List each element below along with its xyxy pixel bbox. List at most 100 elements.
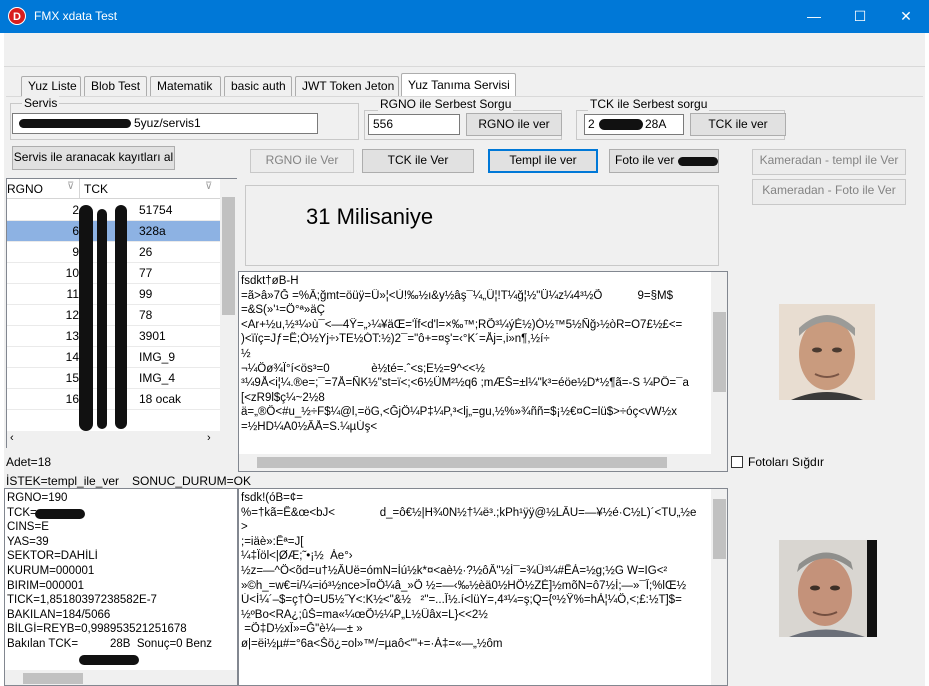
result-memo-hscroll-thumb[interactable]: [23, 673, 83, 684]
cell-rgno: 16: [65, 392, 79, 406]
tck-input[interactable]: 2 28A: [584, 114, 684, 135]
cell-rgno: 15: [65, 371, 79, 385]
rgno-query-button[interactable]: RGNO ile ver: [466, 113, 562, 136]
cell-rgno: 13: [65, 329, 79, 343]
memo-bottom-vscroll[interactable]: [711, 489, 727, 685]
result-memo-line: TICK=1,85180397238582E-7: [7, 594, 157, 607]
tab-yuz-tanima-servisi[interactable]: Yuz Tanıma Servisi: [401, 73, 516, 97]
memo-bottom-line: ø|=ëi½µ#=°6a<Šö¿=ol»™/=µaô<"'+=·Á‡=«—„½ô…: [241, 637, 503, 650]
camera-templ-button[interactable]: Kameradan - templ ile Ver: [752, 149, 906, 175]
table-row[interactable]: 2 51754: [7, 200, 220, 221]
cell-rgno: 14: [65, 350, 79, 364]
cell-rgno: 12: [65, 308, 79, 322]
tab-blob-test[interactable]: Blob Test: [84, 76, 147, 96]
memo-top-hscroll[interactable]: [239, 454, 727, 471]
servis-url-input[interactable]: 5yuz/servis1: [12, 113, 318, 134]
face-photo-reference: [779, 304, 875, 400]
foto-ver-label: Foto ile ver: [615, 153, 675, 167]
table-row[interactable]: 9 26: [7, 242, 220, 263]
result-memo-line: SEKTOR=DAHİLİ: [7, 550, 98, 563]
table-row[interactable]: 13 3901: [7, 326, 220, 347]
table-row[interactable]: 6 328a: [7, 221, 220, 242]
tab-jwt-token[interactable]: JWT Token Jeton: [295, 76, 399, 96]
cell-tck: 99: [139, 287, 153, 301]
memo-top-line: ä=„®Ö<#u_½÷F$¼@l,=öG,<ĞjÖ¼P‡¼P,³<lj„=gu,…: [241, 406, 677, 419]
rgno-input[interactable]: 556: [368, 114, 460, 135]
templ-ver-button[interactable]: Templ ile ver: [488, 149, 598, 173]
result-details-memo[interactable]: RGNO=190 TCK= CINS=E YAS=39 SEKTOR=DAHİLİ KUR…: [4, 488, 238, 686]
memo-top-line: ³¼9Å<i¦¼.®e=;¯=7Å=ÑK½"st=ï<;<6½ÜM²½q6 ;m…: [241, 377, 689, 390]
rgno-ver-button[interactable]: RGNO ile Ver: [250, 149, 354, 173]
memo-top-vscroll[interactable]: [711, 272, 727, 454]
servis-url-suffix: 5yuz/servis1: [134, 116, 201, 130]
memo-top-line: =ã>â»7Ğ =%Â;ğmt=öüÿ=Û»¦<Ù!‰½ı&y½âş¯¼„Û¦!…: [241, 289, 674, 302]
grid-vertical-scrollbar[interactable]: [220, 179, 237, 431]
table-row[interactable]: 14 IMG_9: [7, 347, 220, 368]
response-memo-top[interactable]: fsdkt†øB-H =ã>â»7Ğ =%Â;ğmt=öüÿ=Û»¦<Ù!‰½ı&…: [238, 271, 728, 472]
result-memo-line: YAS=39: [7, 535, 49, 548]
memo-bottom-line: ½z=—^Ö<õd=u†½ÂUë=ómN=Íú½k*¤<aè½·?½ôÂ"½Í¯…: [241, 564, 668, 577]
foto-ver-button[interactable]: Foto ile ver: [609, 149, 719, 173]
memo-top-line: ½: [241, 347, 251, 360]
cell-rgno: 9: [72, 245, 79, 259]
close-button[interactable]: ✕: [883, 0, 929, 33]
maximize-button[interactable]: ☐: [837, 0, 883, 33]
tck-input-prefix: 2: [588, 117, 595, 131]
memo-bottom-vscroll-thumb[interactable]: [713, 499, 726, 559]
table-row[interactable]: 15 IMG_4: [7, 368, 220, 389]
grid-horizontal-scrollbar[interactable]: ‹ ›: [7, 431, 237, 448]
tck-query-group-label: TCK ile Serbest sorgu: [588, 97, 710, 111]
app-icon: D: [8, 7, 26, 25]
memo-bottom-line: Ú<Í¼´–$=ç†Ó=U5½˝Y<:K½<"&½ ²"=...Î½.í<lüY…: [241, 594, 682, 607]
memo-bottom-line: >: [241, 521, 248, 534]
scroll-left-icon[interactable]: ‹: [10, 432, 14, 444]
result-memo-hscroll[interactable]: [5, 670, 237, 685]
minimize-button[interactable]: —: [791, 0, 837, 33]
grid-header: RGNO ⊽ TCK ⊽: [7, 179, 220, 199]
tck-input-suffix: 28A: [645, 117, 667, 131]
cell-rgno: 2: [72, 203, 79, 217]
memo-bottom-line: »©h_=w€=i/¼=ió³½nce>Î¤Ö¼â_»Õ ½=—‹‰½èä0½H…: [241, 579, 687, 592]
response-memo-bottom[interactable]: fsdk!(óB=¢= %=†kã=Ê&œ<bJ< d_=ô€½|H¾0N½†¼ë…: [238, 488, 728, 686]
tab-yuz-liste[interactable]: Yuz Liste: [21, 76, 81, 96]
timing-label: 31 Milisaniye: [306, 204, 434, 229]
filter-icon[interactable]: ⊽: [205, 181, 212, 192]
memo-top-line: =&S(»'¹=Ö°ª»äÇ: [241, 304, 325, 317]
memo-top-hscroll-thumb[interactable]: [257, 457, 667, 468]
records-grid[interactable]: RGNO ⊽ TCK ⊽ 2 51754 6 328a 9 26 10 77 11 99 12 78 1…: [6, 178, 237, 448]
cell-tck: IMG_9: [139, 350, 176, 364]
cell-tck: 26: [139, 245, 153, 259]
cell-rgno: 6: [72, 224, 79, 238]
result-memo-line: BAKILAN=184/5066: [7, 608, 111, 621]
face-photo-camera: [779, 540, 877, 637]
servis-group-label: Servis: [22, 96, 60, 110]
table-row[interactable]: 12 78: [7, 305, 220, 326]
memo-bottom-line: ½ºBo<RA¿;ûŠ=ma«¼œÕ½¼P„L½Ûâx=L}<<2½: [241, 608, 488, 621]
filter-icon[interactable]: ⊽: [67, 181, 74, 192]
servis-search-button[interactable]: Servis ile aranacak kayıtları al: [12, 146, 175, 170]
memo-top-line: fsdkt†øB-H: [241, 275, 299, 287]
grid-header-rgno[interactable]: RGNO: [7, 182, 43, 196]
memo-bottom-line: ¼‡Ïöl<|ØÆ;˜•¡½ Áe°›: [241, 550, 353, 563]
tck-ver-button[interactable]: TCK ile Ver: [362, 149, 474, 173]
table-row[interactable]: 11 99: [7, 284, 220, 305]
memo-top-vscroll-thumb[interactable]: [713, 312, 726, 392]
fit-photos-checkbox[interactable]: [731, 456, 743, 468]
cell-tck: 328a: [139, 224, 166, 238]
tab-basic-auth[interactable]: basic auth: [224, 76, 292, 96]
result-memo-line: BIRIM=000001: [7, 579, 85, 592]
title-bar: D FMX xdata Test — ☐ ✕: [0, 0, 929, 33]
table-row[interactable]: 16 18 ocak: [7, 389, 220, 410]
result-memo-line: CINS=E: [7, 521, 49, 534]
grid-header-tck[interactable]: TCK: [84, 182, 108, 196]
cell-tck: 77: [139, 266, 153, 280]
grid-count-label: Adet=18: [6, 455, 52, 469]
tck-query-button[interactable]: TCK ile ver: [690, 113, 786, 136]
tab-matematik[interactable]: Matematik: [150, 76, 221, 96]
camera-foto-button[interactable]: Kameradan - Foto ile Ver: [752, 179, 906, 205]
cell-rgno: 10: [65, 266, 79, 280]
scroll-right-icon[interactable]: ›: [207, 432, 211, 444]
table-row[interactable]: 10 77: [7, 263, 220, 284]
result-memo-line: Bakılan TCK= 28B Sonuç=0 Benz: [7, 637, 212, 650]
grid-vscroll-thumb[interactable]: [222, 197, 235, 315]
